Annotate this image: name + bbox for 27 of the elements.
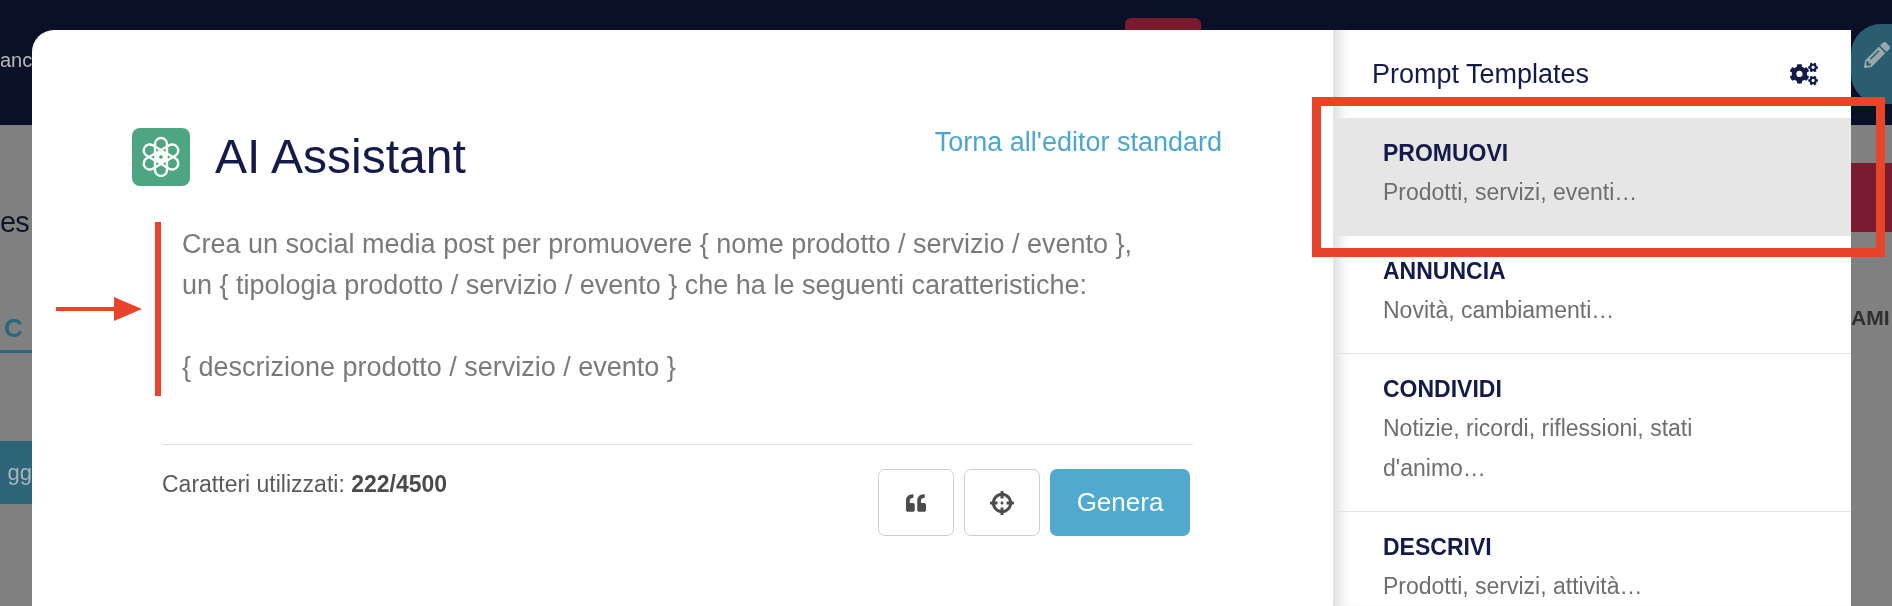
- template-item[interactable]: PROMUOVI Prodotti, servizi, eventi…: [1333, 118, 1851, 236]
- character-count: Caratteri utilizzati: 222/4500: [162, 471, 448, 498]
- column-label: AMI: [1851, 305, 1891, 331]
- template-item[interactable]: ANNUNCIA Novità, cambiamenti…: [1333, 236, 1851, 354]
- nav-link[interactable]: anc: [0, 48, 32, 72]
- pencil-icon: [1864, 42, 1890, 68]
- template-description: Prodotti, servizi, attività…: [1383, 572, 1644, 601]
- page-heading: es: [0, 205, 30, 240]
- template-item[interactable]: CONDIVIDI Notizie, ricordi, riflessioni, stati d'animo…: [1333, 354, 1851, 512]
- template-name: PROMUOVI: [1383, 140, 1510, 166]
- template-name: DESCRIVI: [1383, 534, 1493, 560]
- quote-button[interactable]: [878, 469, 954, 536]
- panel-title: Prompt Templates: [1372, 58, 1590, 90]
- settings-icon[interactable]: [1790, 60, 1818, 88]
- template-item[interactable]: DESCRIVI Prodotti, servizi, attività…: [1333, 512, 1851, 606]
- target-button[interactable]: [964, 469, 1040, 536]
- prompt-text: Crea un social media post per promuovere { nome prodotto / servizio / evento }, un { tipologia prodotto / servizio / evento } che ha le seguenti caratteristiche: { descrizione prodotto / servizio / evento }: [182, 228, 1133, 384]
- quote-icon: [906, 492, 926, 513]
- template-description: Novità, cambiamenti…: [1383, 296, 1616, 325]
- logo-icon: [132, 128, 190, 186]
- dialog-title: AI Assistant: [215, 129, 466, 185]
- template-name: ANNUNCIA: [1383, 258, 1507, 284]
- template-description: Prodotti, servizi, eventi…: [1383, 178, 1639, 207]
- template-name: CONDIVIDI: [1383, 376, 1503, 402]
- edit-button[interactable]: [1851, 24, 1892, 104]
- crosshair-icon: [990, 490, 1014, 515]
- template-description: Notizie, ricordi, riflessioni, stati d'animo…: [1383, 414, 1694, 483]
